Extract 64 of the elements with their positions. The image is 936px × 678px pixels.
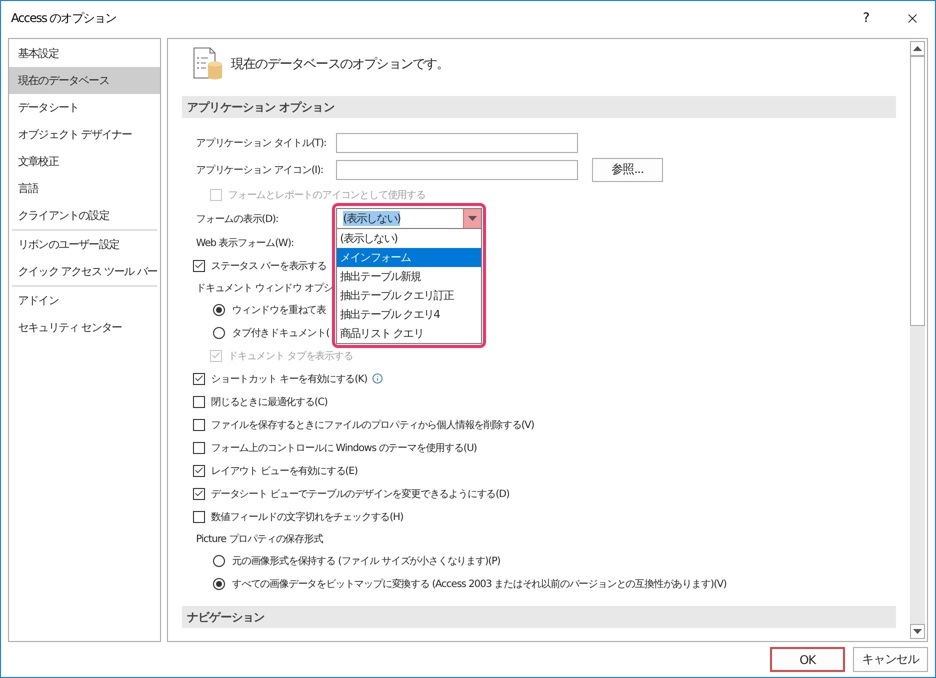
field-label: Web 表示フォーム(W):	[196, 236, 294, 250]
field-label: フォームの表示(D):	[196, 212, 280, 226]
scrollbar[interactable]	[910, 41, 925, 639]
checkbox-label: 閉じるときに最適化する(C)	[211, 396, 328, 408]
checkbox[interactable]	[193, 418, 205, 430]
checkbox[interactable]	[193, 488, 205, 500]
help-button[interactable]: ?	[843, 2, 889, 34]
input-field[interactable]	[336, 160, 578, 180]
checkbox-label: ショートカット キーを有効にする(K)	[211, 372, 368, 386]
radio-button[interactable]	[213, 304, 225, 316]
checkbox-label: 数値フィールドの文字切れをチェックする(H)	[211, 510, 404, 524]
radio-label: すべての画像データをビットマップに変換する (Access 2003 またはそれ以前のバージョンとの互換性があります)(V)	[232, 578, 726, 590]
radio-label: ウィンドウを重ねて表	[232, 304, 326, 316]
sidebar-item[interactable]: データシート	[9, 94, 160, 121]
sidebar-item[interactable]: リボンのユーザー設定	[9, 231, 160, 258]
database-document-icon	[193, 47, 223, 81]
group-label: Picture プロパティの保存形式	[196, 532, 323, 546]
ok-button[interactable]: OK	[770, 647, 845, 672]
checkbox-label: レイアウト ビューを有効にする(E)	[211, 464, 358, 478]
dropdown-option[interactable]: メインフォーム	[337, 248, 481, 267]
sidebar-item[interactable]: セキュリティ センター	[9, 314, 160, 341]
radio-button[interactable]	[213, 554, 225, 566]
checkbox-label: ステータス バーを表示する	[211, 260, 326, 272]
panel-heading: 現在のデータベースのオプションです。	[231, 56, 449, 73]
sidebar-item[interactable]: 基本設定	[9, 40, 160, 67]
scroll-down-button[interactable]	[910, 624, 925, 639]
radio-button[interactable]	[213, 578, 225, 590]
checkbox[interactable]	[193, 372, 205, 384]
scroll-up-button[interactable]	[910, 41, 925, 56]
up-arrow-icon	[913, 46, 922, 51]
section-header: ナビゲーション	[182, 606, 896, 628]
sidebar-item[interactable]: 現在のデータベース	[9, 67, 160, 94]
radio-label: タブ付きドキュメント(	[232, 326, 330, 340]
radio-button[interactable]	[213, 326, 225, 338]
down-arrow-icon	[913, 629, 922, 634]
sidebar-item[interactable]: クイック アクセス ツール バー	[9, 258, 160, 285]
checkbox-label: ファイルを保存するときにファイルのプロパティから個人情報を削除する(V)	[211, 418, 534, 432]
scroll-thumb[interactable]	[910, 56, 925, 326]
section-header: アプリケーション オプション	[182, 96, 896, 118]
sidebar-item[interactable]: オブジェクト デザイナー	[9, 121, 160, 148]
window-title: Access のオプション	[11, 10, 118, 26]
sidebar-item[interactable]: 言語	[9, 175, 160, 202]
dropdown-arrow-icon	[468, 216, 477, 221]
sidebar-item[interactable]: 文章校正	[9, 148, 160, 175]
input-field[interactable]	[336, 133, 578, 153]
field-label: アプリケーション タイトル(T):	[196, 136, 328, 150]
checkbox[interactable]	[193, 396, 205, 408]
group-label: ドキュメント ウィンドウ オプシ	[196, 282, 333, 294]
checkbox[interactable]	[193, 464, 205, 476]
checkbox[interactable]	[193, 260, 205, 272]
cancel-button[interactable]: キャンセル	[853, 647, 928, 672]
sidebar-item[interactable]: アドイン	[9, 287, 160, 314]
field-label: アプリケーション アイコン(I):	[196, 164, 324, 176]
checkbox[interactable]	[193, 442, 205, 454]
checkbox[interactable]	[193, 510, 205, 522]
combo-value: (表示しない)	[343, 211, 400, 226]
checkbox-label: フォーム上のコントロールに Windows のテーマを使用する(U)	[211, 442, 477, 454]
checkbox-label: データシート ビューでテーブルのデザインを変更できるようにする(D)	[211, 488, 510, 500]
combo-box[interactable]: (表示しない)	[336, 208, 482, 229]
radio-label: 元の画像形式を保持する (ファイル サイズが小さくなります)(P)	[232, 554, 500, 568]
browse-button[interactable]: 参照...	[592, 158, 663, 182]
checkbox-label: ドキュメント タブを表示する	[228, 350, 353, 362]
sidebar-item[interactable]: クライアントの設定	[9, 202, 160, 229]
checkbox-label: フォームとレポートのアイコンとして使用する	[228, 188, 426, 202]
